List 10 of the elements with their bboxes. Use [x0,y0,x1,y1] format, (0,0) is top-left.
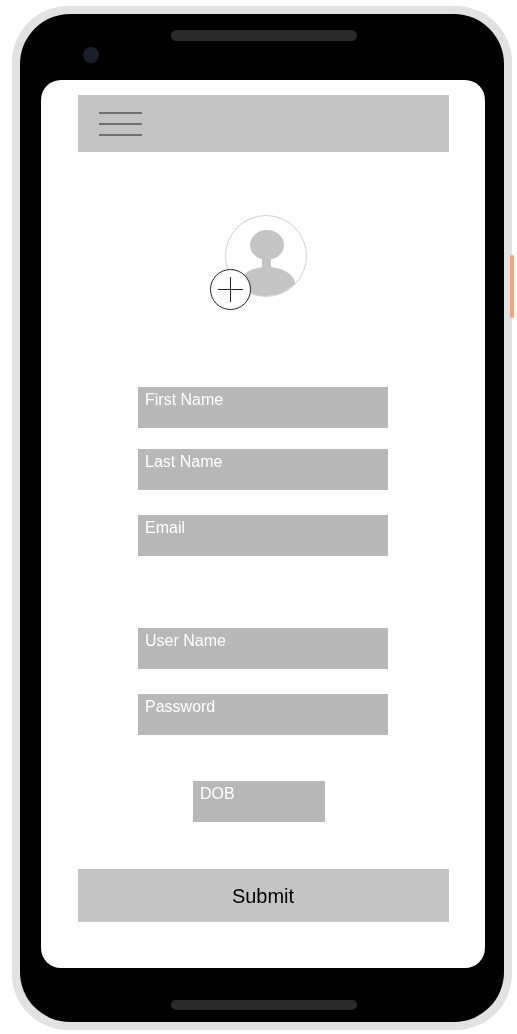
menu-icon[interactable] [98,111,142,136]
submit-button[interactable]: Submit [77,869,449,922]
text-field[interactable]: Password [138,694,388,735]
text-field[interactable]: DOB [193,781,325,822]
text-field[interactable]: First Name [138,387,388,428]
text-field[interactable]: Last Name [138,449,388,490]
camera-lens [83,47,99,63]
text-field[interactable]: User Name [138,628,388,669]
text-field[interactable]: Email [138,515,388,556]
add-photo-icon[interactable] [210,269,251,310]
